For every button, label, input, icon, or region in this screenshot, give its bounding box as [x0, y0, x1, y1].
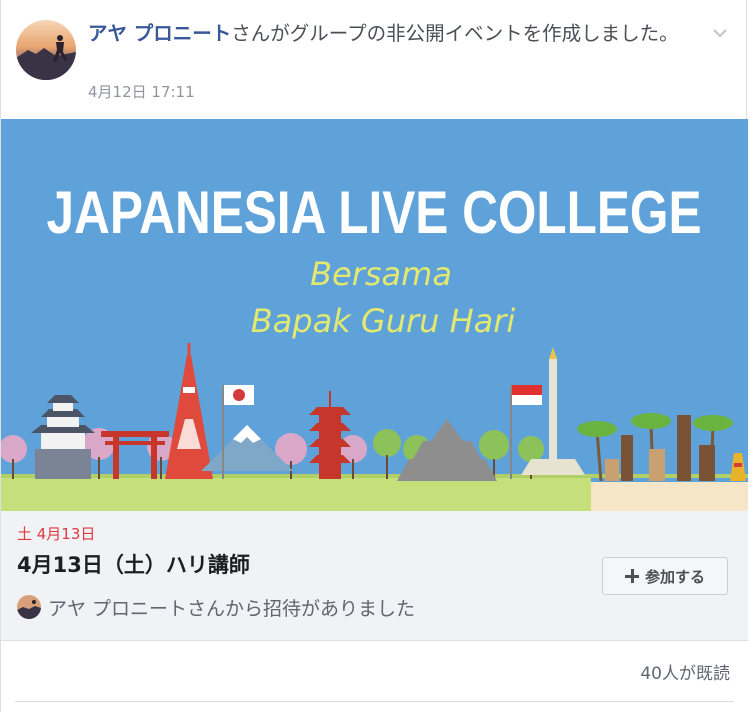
author-link[interactable]: アヤ プロニート [88, 22, 231, 45]
post-timestamp[interactable]: 4月12日 17:11 [88, 81, 195, 102]
banner-subtitle-2: Bapak Guru Hari [251, 302, 516, 340]
post-action-text: さんがグループの非公開イベントを作成しました。 [231, 22, 679, 45]
plus-icon [624, 569, 639, 583]
post-headline: アヤ プロニートさんがグループの非公開イベントを作成しました。 [88, 20, 698, 47]
event-banner-image[interactable]: JAPANESIA LIVE COLLEGE Bersama Bapak Gur… [1, 119, 748, 511]
inviter-avatar[interactable] [17, 595, 41, 619]
join-button-label: 参加する [644, 567, 705, 586]
post-footer: 40人が既読 [1, 641, 748, 712]
chevron-down-icon[interactable] [712, 24, 728, 38]
invite-text: アヤ プロニートさんから招待がありました [48, 597, 416, 620]
join-event-button[interactable]: 参加する [602, 557, 728, 595]
seen-count[interactable]: 40人が既読 [640, 659, 730, 684]
footer-divider [15, 701, 734, 702]
banner-title: JAPANESIA LIVE COLLEGE [47, 179, 702, 246]
author-avatar[interactable] [16, 20, 76, 80]
event-title[interactable]: 4月13日（土）ハリ講師 [17, 549, 250, 579]
banner-subtitle-1: Bersama [310, 255, 452, 293]
invite-row: アヤ プロニートさんから招待がありました [17, 595, 416, 620]
event-details: 土 4月13日 4月13日（土）ハリ講師 アヤ プロニートさんから招待がありまし… [1, 511, 748, 641]
event-date: 土 4月13日 [17, 525, 96, 543]
post-header: アヤ プロニートさんがグループの非公開イベントを作成しました。 4月12日 17… [1, 0, 748, 118]
event-post-card: アヤ プロニートさんがグループの非公開イベントを作成しました。 4月12日 17… [0, 0, 748, 712]
